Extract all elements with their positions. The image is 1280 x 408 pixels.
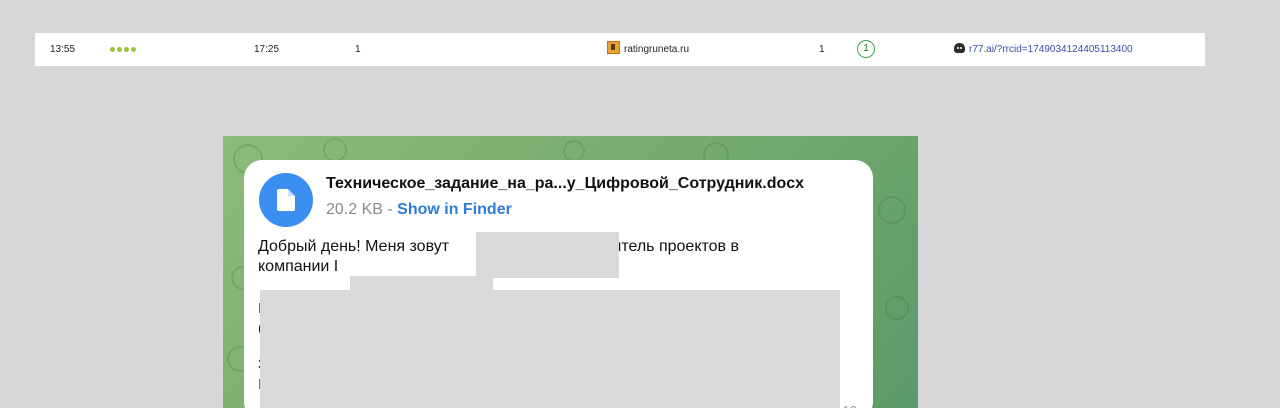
bot-icon: [954, 43, 965, 53]
message-line2-start: компании I: [258, 258, 339, 275]
doodle-pattern: [323, 138, 347, 162]
redaction-box: [476, 232, 619, 278]
status-dot: [117, 47, 122, 52]
file-name[interactable]: Техническое_задание_на_ра...у_Цифровой_С…: [326, 175, 804, 193]
status-dot: [131, 47, 136, 52]
site-favicon-icon: [607, 41, 620, 54]
doodle-pattern: [885, 296, 909, 320]
site-name: ratingruneta.ru: [624, 44, 690, 55]
doodle-pattern: [878, 196, 906, 224]
table-row[interactable]: 13:55 17:25 1 ratingruneta.ru 1 1 r77.ai…: [35, 33, 1205, 66]
show-in-finder-link[interactable]: Show in Finder: [397, 201, 512, 218]
file-icon[interactable]: [259, 173, 313, 227]
end-time: 17:25: [254, 44, 280, 55]
link-cell[interactable]: r77.ai/?rrcid=1749034124405113400: [954, 33, 1133, 66]
message-line1-start: Добрый день! Меня зовут: [258, 238, 450, 255]
start-time: 13:55: [50, 44, 76, 55]
referral-link[interactable]: r77.ai/?rrcid=1749034124405113400: [969, 44, 1133, 55]
message-time: 12: [843, 403, 857, 408]
document-icon: [277, 189, 295, 211]
count-badge: 1: [857, 40, 875, 59]
redaction-box: [260, 290, 840, 408]
chat-background: Техническое_задание_на_ра...у_Цифровой_С…: [223, 136, 918, 408]
file-meta: 20.2 KB - Show in Finder: [326, 201, 512, 219]
site-count: 1: [819, 44, 825, 55]
badge-cell: 1: [857, 33, 875, 66]
status-dot: [110, 47, 115, 52]
file-size: 20.2 KB -: [326, 201, 398, 218]
status-dot: [124, 47, 129, 52]
doodle-pattern: [563, 140, 585, 162]
message-bubble[interactable]: Техническое_задание_на_ра...у_Цифровой_С…: [244, 160, 873, 408]
status-dots: [110, 33, 136, 66]
site-cell[interactable]: ratingruneta.ru: [607, 33, 689, 66]
count-value: 1: [355, 44, 361, 55]
